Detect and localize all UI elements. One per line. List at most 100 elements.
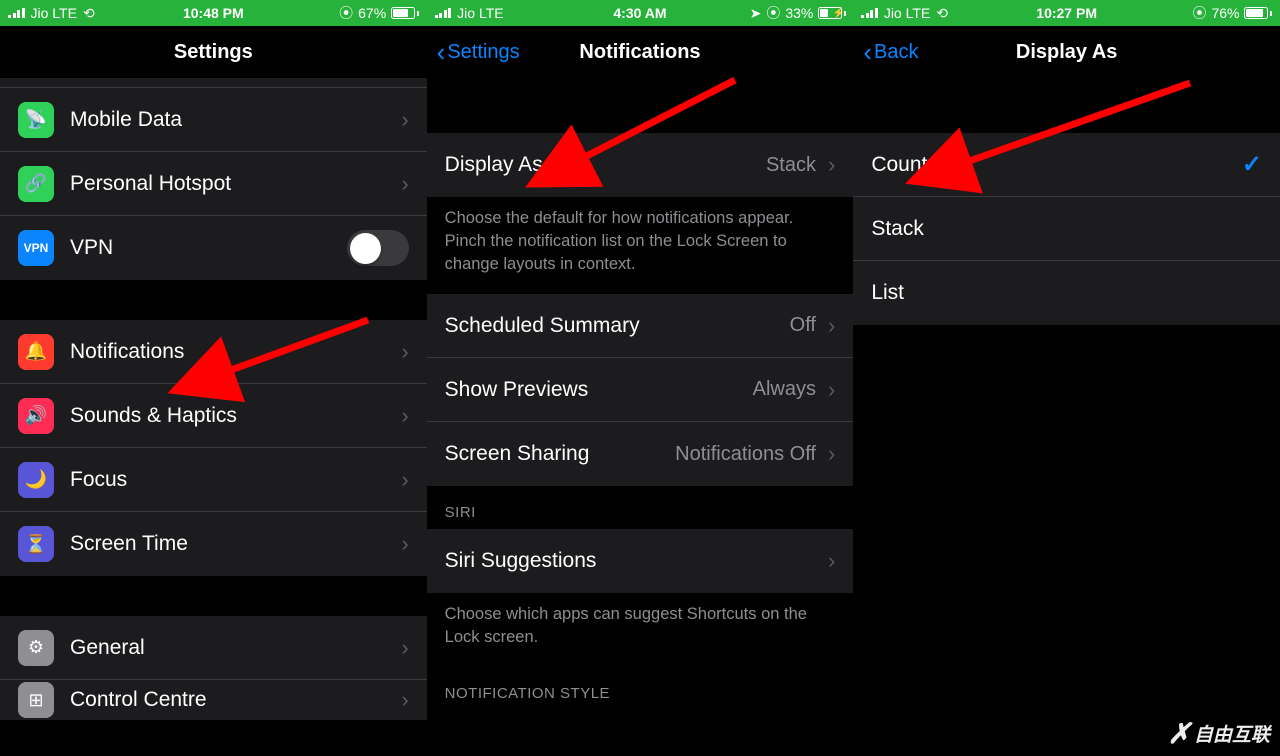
- screen-display-as: Jio LTE ⟲ 10:27 PM ⦿ 76% ‹ Back Display …: [853, 0, 1280, 756]
- footer-display-as: Choose the default for how notifications…: [427, 197, 854, 294]
- chevron-right-icon: ›: [828, 441, 835, 467]
- carrier-label: Jio LTE: [31, 5, 77, 21]
- row-display-as[interactable]: Display As Stack ›: [427, 133, 854, 197]
- control-centre-icon: ⊞: [18, 682, 54, 718]
- option-list[interactable]: List: [853, 261, 1280, 325]
- row-label: VPN: [70, 236, 347, 260]
- chevron-right-icon: ›: [828, 377, 835, 403]
- row-notifications[interactable]: 🔔 Notifications ›: [0, 320, 427, 384]
- screen-settings: Jio LTE ⟲ 10:48 PM ⦿ 67% Settings 📡 Mobi…: [0, 0, 427, 756]
- chevron-right-icon: ›: [401, 531, 408, 557]
- row-scheduled-summary[interactable]: Scheduled Summary Off ›: [427, 294, 854, 358]
- back-button[interactable]: ‹ Back: [863, 39, 918, 65]
- status-time: 10:48 PM: [183, 5, 244, 21]
- chevron-right-icon: ›: [401, 171, 408, 197]
- row-label: General: [70, 636, 397, 660]
- chevron-left-icon: ‹: [437, 39, 446, 65]
- battery-pct: 76%: [1211, 5, 1239, 21]
- status-time: 4:30 AM: [613, 5, 666, 21]
- row-control-centre[interactable]: ⊞ Control Centre ›: [0, 680, 427, 720]
- back-label: Settings: [447, 41, 519, 64]
- row-label: Control Centre: [70, 688, 397, 712]
- row-label: Siri Suggestions: [445, 549, 824, 573]
- chevron-right-icon: ›: [401, 339, 408, 365]
- row-general[interactable]: ⚙ General ›: [0, 616, 427, 680]
- partial-row-top: [0, 78, 427, 88]
- vpn-icon: VPN: [18, 230, 54, 266]
- row-label: Sounds & Haptics: [70, 404, 397, 428]
- signal-icon: [861, 8, 878, 18]
- status-bar: Jio LTE 4:30 AM ➤ ⦿ 33% ⚡: [427, 0, 854, 26]
- row-screen-sharing[interactable]: Screen Sharing Notifications Off ›: [427, 422, 854, 486]
- chevron-right-icon: ›: [401, 107, 408, 133]
- row-label: Notifications: [70, 340, 397, 364]
- chevron-right-icon: ›: [828, 313, 835, 339]
- row-vpn[interactable]: VPN VPN: [0, 216, 427, 280]
- status-time: 10:27 PM: [1036, 5, 1097, 21]
- row-value: Off: [790, 314, 816, 337]
- row-label: Mobile Data: [70, 108, 397, 132]
- row-label: Personal Hotspot: [70, 172, 397, 196]
- watermark-text: 自由互联: [1194, 720, 1270, 747]
- alarm-icon: ⦿: [339, 3, 353, 23]
- notifications-icon: 🔔: [18, 334, 54, 370]
- chevron-right-icon: ›: [828, 152, 835, 178]
- hotspot-icon: 🔗: [18, 166, 54, 202]
- row-personal-hotspot[interactable]: 🔗 Personal Hotspot ›: [0, 152, 427, 216]
- settings-group-general: ⚙ General › ⊞ Control Centre ›: [0, 616, 427, 720]
- screentime-icon: ⏳: [18, 526, 54, 562]
- battery-icon: [1244, 7, 1272, 19]
- chevron-right-icon: ›: [828, 548, 835, 574]
- battery-icon: [391, 7, 419, 19]
- row-value: Always: [753, 378, 816, 401]
- watermark-icon: ✗: [1167, 717, 1190, 750]
- header-bar: ‹ Settings Notifications: [427, 26, 854, 78]
- mobile-data-icon: 📡: [18, 102, 54, 138]
- row-label: Scheduled Summary: [445, 314, 790, 338]
- row-sounds[interactable]: 🔊 Sounds & Haptics ›: [0, 384, 427, 448]
- back-label: Back: [874, 41, 918, 64]
- row-label: Display As: [445, 153, 766, 177]
- row-label: Screen Sharing: [445, 442, 676, 466]
- option-label: Count: [871, 153, 1242, 177]
- option-stack[interactable]: Stack: [853, 197, 1280, 261]
- chevron-left-icon: ‹: [863, 39, 872, 65]
- row-show-previews[interactable]: Show Previews Always ›: [427, 358, 854, 422]
- chevron-right-icon: ›: [401, 467, 408, 493]
- row-focus[interactable]: 🌙 Focus ›: [0, 448, 427, 512]
- row-label: Show Previews: [445, 378, 753, 402]
- page-title: Settings: [174, 41, 253, 64]
- row-label: Screen Time: [70, 532, 397, 556]
- link-icon: ⟲: [936, 5, 948, 22]
- battery-icon: [818, 7, 846, 19]
- footer-siri: Choose which apps can suggest Shortcuts …: [427, 593, 854, 667]
- row-value: Stack: [766, 154, 816, 177]
- location-icon: ➤: [750, 5, 762, 22]
- general-icon: ⚙: [18, 630, 54, 666]
- chevron-right-icon: ›: [401, 687, 408, 713]
- page-title: Notifications: [579, 41, 700, 64]
- option-count[interactable]: Count ✓: [853, 133, 1280, 197]
- chevron-right-icon: ›: [401, 403, 408, 429]
- row-screentime[interactable]: ⏳ Screen Time ›: [0, 512, 427, 576]
- page-title: Display As: [1016, 41, 1118, 64]
- checkmark-icon: ✓: [1242, 150, 1262, 179]
- settings-group-network: 📡 Mobile Data › 🔗 Personal Hotspot › VPN…: [0, 88, 427, 280]
- section-siri: SIRI: [427, 486, 854, 529]
- back-button[interactable]: ‹ Settings: [437, 39, 520, 65]
- alarm-icon: ⦿: [1192, 3, 1206, 23]
- settings-group-prefs: 🔔 Notifications › 🔊 Sounds & Haptics › 🌙…: [0, 320, 427, 576]
- status-bar: Jio LTE ⟲ 10:27 PM ⦿ 76%: [853, 0, 1280, 26]
- screen-notifications: Jio LTE 4:30 AM ➤ ⦿ 33% ⚡ ‹ Settings Not…: [427, 0, 854, 756]
- row-siri-suggestions[interactable]: Siri Suggestions ›: [427, 529, 854, 593]
- carrier-label: Jio LTE: [457, 5, 503, 21]
- row-label: Focus: [70, 468, 397, 492]
- row-mobile-data[interactable]: 📡 Mobile Data ›: [0, 88, 427, 152]
- signal-icon: [8, 8, 25, 18]
- sounds-icon: 🔊: [18, 398, 54, 434]
- vpn-toggle[interactable]: [347, 230, 409, 266]
- battery-pct: 33%: [785, 5, 813, 21]
- status-bar: Jio LTE ⟲ 10:48 PM ⦿ 67%: [0, 0, 427, 26]
- header-bar: Settings: [0, 26, 427, 78]
- signal-icon: [435, 8, 452, 18]
